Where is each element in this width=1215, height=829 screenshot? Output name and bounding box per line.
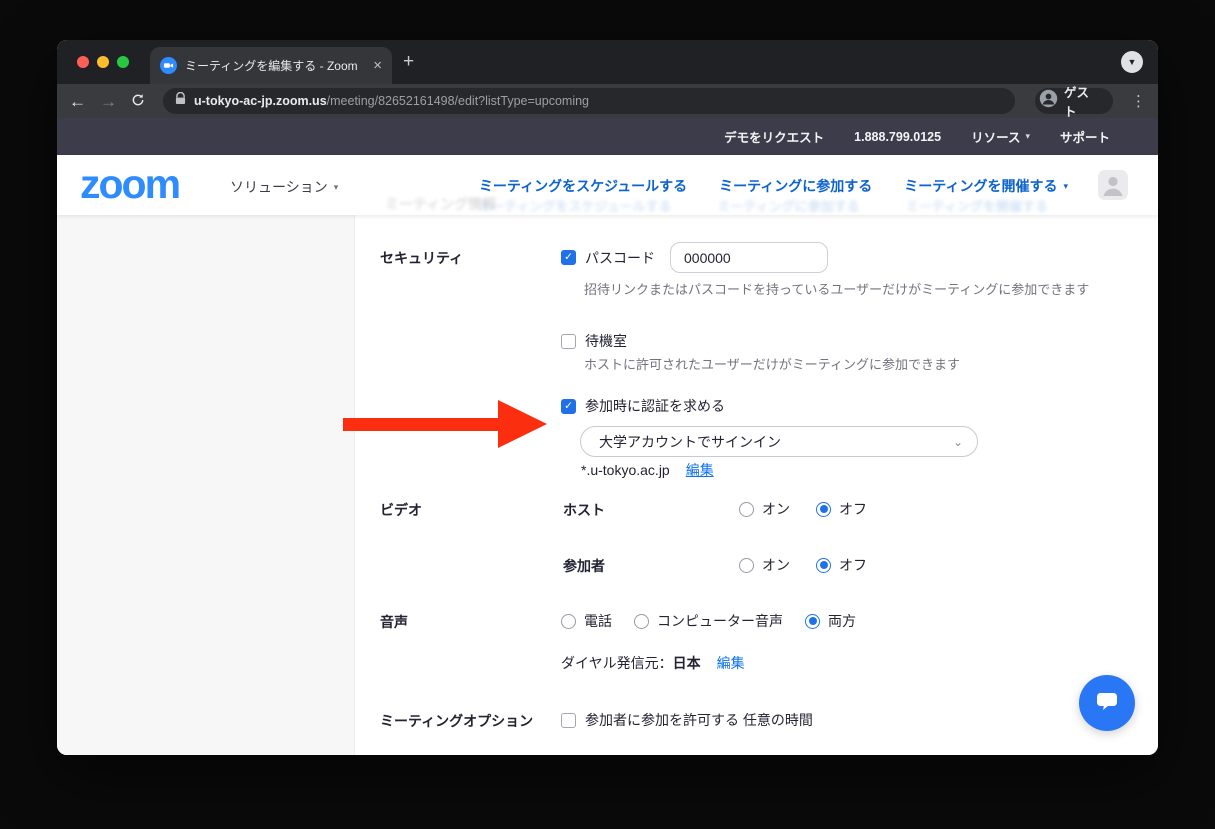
passcode-label: パスコード: [585, 248, 655, 268]
back-button[interactable]: ←: [69, 93, 86, 110]
audio-both-option[interactable]: 両方: [805, 611, 856, 631]
radio-icon[interactable]: [561, 614, 576, 629]
video-participant-radios: オン オフ: [739, 555, 867, 575]
host-meeting-menu[interactable]: ミーティングを開催する▾: [904, 176, 1068, 196]
dial-from-label: ダイヤル発信元：: [561, 653, 673, 673]
new-tab-button[interactable]: +: [403, 52, 414, 72]
require-auth-label: 参加時に認証を求める: [585, 396, 725, 416]
auth-domain-row: *.u-tokyo.ac.jp 編集: [581, 460, 714, 480]
video-section-label: ビデオ: [380, 500, 422, 520]
address-bar[interactable]: u-tokyo-ac-jp.zoom.us/meeting/8265216149…: [163, 88, 1015, 114]
minimize-window-button[interactable]: [97, 56, 109, 68]
chevron-down-icon: ▾: [334, 182, 339, 193]
site-nav: ミーティングをスケジュールする ミーティングに参加する ミーティングを開催する▾: [479, 176, 1068, 196]
close-tab-icon[interactable]: ×: [373, 58, 382, 73]
schedule-meeting-link[interactable]: ミーティングをスケジュールする: [479, 176, 687, 196]
require-auth-row: ✓ 参加時に認証を求める: [561, 396, 725, 416]
utility-bar: デモをリクエスト 1.888.799.0125 リソース▾ サポート: [57, 118, 1158, 155]
dial-from-value: 日本: [673, 653, 701, 673]
url-path: /meeting/82652161498/edit?listType=upcom…: [327, 94, 589, 108]
audio-section-label: 音声: [380, 612, 408, 632]
chevron-down-icon: ▾: [1025, 131, 1030, 142]
profile-chip[interactable]: ゲスト: [1035, 88, 1113, 114]
url-domain: u-tokyo-ac-jp.zoom.us: [194, 94, 327, 108]
dial-from-row: ダイヤル発信元： 日本 編集: [561, 653, 745, 673]
page-content: セキュリティ ✓ パスコード 招待リンクまたはパスコードを持っているユーザーだけ…: [57, 215, 1158, 755]
guest-label: ゲスト: [1064, 82, 1101, 120]
lock-icon: [175, 92, 186, 110]
waiting-room-label: 待機室: [585, 331, 627, 351]
phone-number-link[interactable]: 1.888.799.0125: [854, 130, 941, 144]
join-meeting-link[interactable]: ミーティングに参加する: [719, 176, 872, 196]
host-video-off-option[interactable]: オフ: [816, 499, 867, 519]
chevron-down-icon: ▾: [1063, 181, 1068, 192]
audio-computer-option[interactable]: コンピューター音声: [634, 611, 783, 631]
browser-window: ミーティングを編集する - Zoom × + ▼ ← → u-tokyo-ac-…: [57, 40, 1158, 755]
chat-support-button[interactable]: [1079, 675, 1135, 731]
auth-method-value: 大学アカウントでサインイン: [599, 432, 781, 452]
audio-phone-option[interactable]: 電話: [561, 611, 612, 631]
require-auth-checkbox[interactable]: ✓: [561, 399, 576, 414]
chat-bubble-icon: [1094, 689, 1120, 718]
resources-menu[interactable]: リソース▾: [971, 127, 1030, 146]
reload-button[interactable]: [131, 93, 145, 110]
scrolled-ghost-row: ミーティングをスケジュールするミーティングに参加するミーティングを開催する: [478, 196, 1048, 215]
passcode-row: ✓ パスコード: [561, 242, 828, 273]
radio-checked-icon[interactable]: [816, 502, 831, 517]
radio-checked-icon[interactable]: [805, 614, 820, 629]
check-icon: ✓: [564, 252, 573, 263]
browser-menu-icon[interactable]: ⋮: [1131, 92, 1146, 110]
url-text: u-tokyo-ac-jp.zoom.us/meeting/8265216149…: [194, 92, 589, 110]
left-sidebar: [57, 215, 355, 755]
video-participant-label: 参加者: [563, 556, 605, 576]
tab-search-button[interactable]: ▼: [1121, 51, 1143, 73]
radio-icon[interactable]: [634, 614, 649, 629]
screenshot-stage: ミーティングを編集する - Zoom × + ▼ ← → u-tokyo-ac-…: [0, 0, 1215, 829]
zoom-logo[interactable]: zoom: [80, 161, 179, 208]
window-controls: [77, 56, 129, 68]
passcode-description: 招待リンクまたはパスコードを持っているユーザーだけがミーティングに参加できます: [584, 279, 1089, 298]
radio-icon[interactable]: [739, 502, 754, 517]
close-window-button[interactable]: [77, 56, 89, 68]
support-link[interactable]: サポート: [1060, 127, 1110, 146]
fullscreen-window-button[interactable]: [117, 56, 129, 68]
passcode-checkbox[interactable]: ✓: [561, 250, 576, 265]
auth-domain-value: *.u-tokyo.ac.jp: [581, 462, 670, 478]
auth-method-select[interactable]: 大学アカウントでサインイン ⌄: [580, 426, 978, 457]
site-header: zoom ソリューション▾ ミーティング情報 ミーティングをスケジュールするミー…: [57, 155, 1158, 215]
zoom-favicon-icon: [160, 57, 177, 74]
allow-join-row: 参加者に参加を許可する 任意の時間: [561, 710, 813, 730]
profile-avatar-icon: [1039, 89, 1058, 113]
video-host-radios: オン オフ: [739, 499, 867, 519]
annotation-arrow-shaft: [343, 418, 500, 431]
waiting-room-description: ホストに許可されたユーザーだけがミーティングに参加できます: [584, 354, 960, 373]
participant-video-off-option[interactable]: オフ: [816, 555, 867, 575]
solutions-menu[interactable]: ソリューション▾: [230, 177, 338, 197]
tab-title: ミーティングを編集する - Zoom: [185, 57, 365, 74]
meeting-options-section-label: ミーティングオプション: [380, 711, 533, 731]
chevron-down-icon: ⌄: [953, 435, 963, 449]
auth-domain-edit-link[interactable]: 編集: [686, 460, 714, 480]
account-avatar[interactable]: [1098, 170, 1128, 200]
audio-radios: 電話 コンピューター音声 両方: [561, 611, 856, 631]
annotation-arrow-head: [498, 400, 547, 448]
forward-button: →: [100, 93, 117, 110]
participant-video-on-option[interactable]: オン: [739, 555, 790, 575]
passcode-input[interactable]: [670, 242, 828, 273]
video-host-label: ホスト: [563, 500, 605, 520]
radio-icon[interactable]: [739, 558, 754, 573]
host-video-on-option[interactable]: オン: [739, 499, 790, 519]
allow-join-checkbox[interactable]: [561, 713, 576, 728]
active-browser-tab[interactable]: ミーティングを編集する - Zoom ×: [150, 47, 392, 84]
security-section-label: セキュリティ: [380, 248, 463, 268]
waiting-room-checkbox[interactable]: [561, 334, 576, 349]
check-icon: ✓: [564, 401, 573, 412]
dial-from-edit-link[interactable]: 編集: [717, 653, 745, 673]
request-demo-link[interactable]: デモをリクエスト: [724, 127, 824, 146]
waiting-room-row: 待機室: [561, 331, 627, 351]
radio-checked-icon[interactable]: [816, 558, 831, 573]
allow-join-label: 参加者に参加を許可する 任意の時間: [585, 710, 813, 730]
tab-strip: ミーティングを編集する - Zoom × + ▼: [57, 40, 1158, 84]
browser-toolbar: ← → u-tokyo-ac-jp.zoom.us/meeting/826521…: [57, 84, 1158, 118]
